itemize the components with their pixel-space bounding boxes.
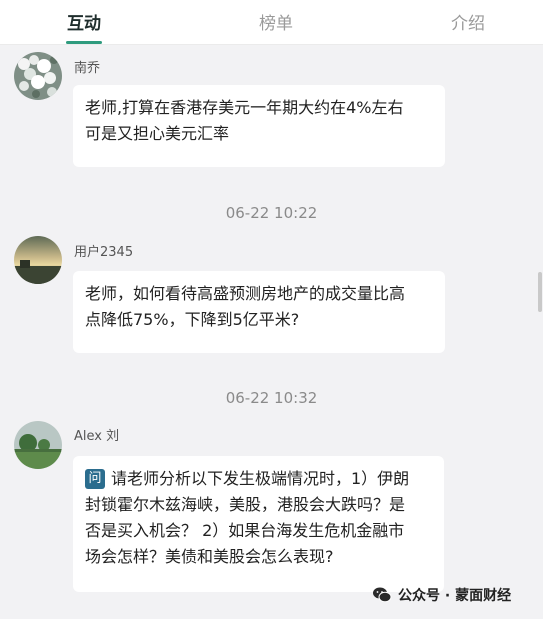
timestamp: 06-22 10:32 — [225, 389, 318, 407]
timestamp: 06-22 10:22 — [225, 204, 318, 222]
active-tab-indicator — [66, 41, 102, 44]
tab-interaction[interactable]: 互动 — [67, 9, 101, 34]
message-text-line: 可是又担心美元汇率 — [85, 124, 230, 143]
message-text-line: 否是买入机会？ 2）如果台海发生危机金融市 — [85, 521, 405, 540]
watermark: 公众号 · 蒙面财经 — [372, 585, 511, 605]
tab-bar: 互动 榜单 介绍 — [0, 0, 543, 45]
tab-introduction[interactable]: 介绍 — [451, 9, 485, 34]
wechat-icon — [373, 587, 392, 603]
username: 南乔 — [74, 61, 101, 76]
message-bubble: 问请老师分析以下发生极端情况时，1）伊朗 封锁霍尔木兹海峡，美股，港股会大跌吗？… — [73, 456, 444, 592]
message-text-line: 问请老师分析以下发生极端情况时，1）伊朗 — [85, 466, 432, 492]
question-badge: 问 — [85, 469, 105, 489]
scrollbar-thumb[interactable] — [538, 272, 542, 312]
avatar-flowers-image — [14, 52, 62, 100]
message-text-line: 老师，如何看待高盛预测房地产的成交量比高 — [85, 284, 406, 303]
message-text-line: 老师,打算在香港存美元一年期大约在4%左右 — [85, 98, 404, 117]
message-text-line: 封锁霍尔木兹海峡，美股，港股会大跌吗？是 — [85, 495, 406, 514]
watermark-text: 公众号 · 蒙面财经 — [398, 588, 512, 604]
avatar[interactable] — [14, 52, 62, 100]
avatar-landscape-image — [14, 421, 62, 469]
username: 用户2345 — [74, 245, 134, 260]
message-bubble: 老师，如何看待高盛预测房地产的成交量比高 点降低75%，下降到5亿平米? — [73, 271, 445, 353]
message-bubble: 老师,打算在香港存美元一年期大约在4%左右 可是又担心美元汇率 — [73, 85, 445, 167]
avatar-sunset-image — [14, 236, 62, 284]
avatar[interactable] — [14, 236, 62, 284]
message-text-line: 场会怎样？美债和美股会怎么表现? — [85, 547, 334, 566]
message-text: 请老师分析以下发生极端情况时，1）伊朗 — [111, 469, 410, 488]
tab-leaderboard[interactable]: 榜单 — [259, 9, 293, 34]
avatar[interactable] — [14, 421, 62, 469]
message-text-line: 点降低75%，下降到5亿平米? — [85, 310, 300, 329]
username: Alex 刘 — [74, 429, 120, 444]
